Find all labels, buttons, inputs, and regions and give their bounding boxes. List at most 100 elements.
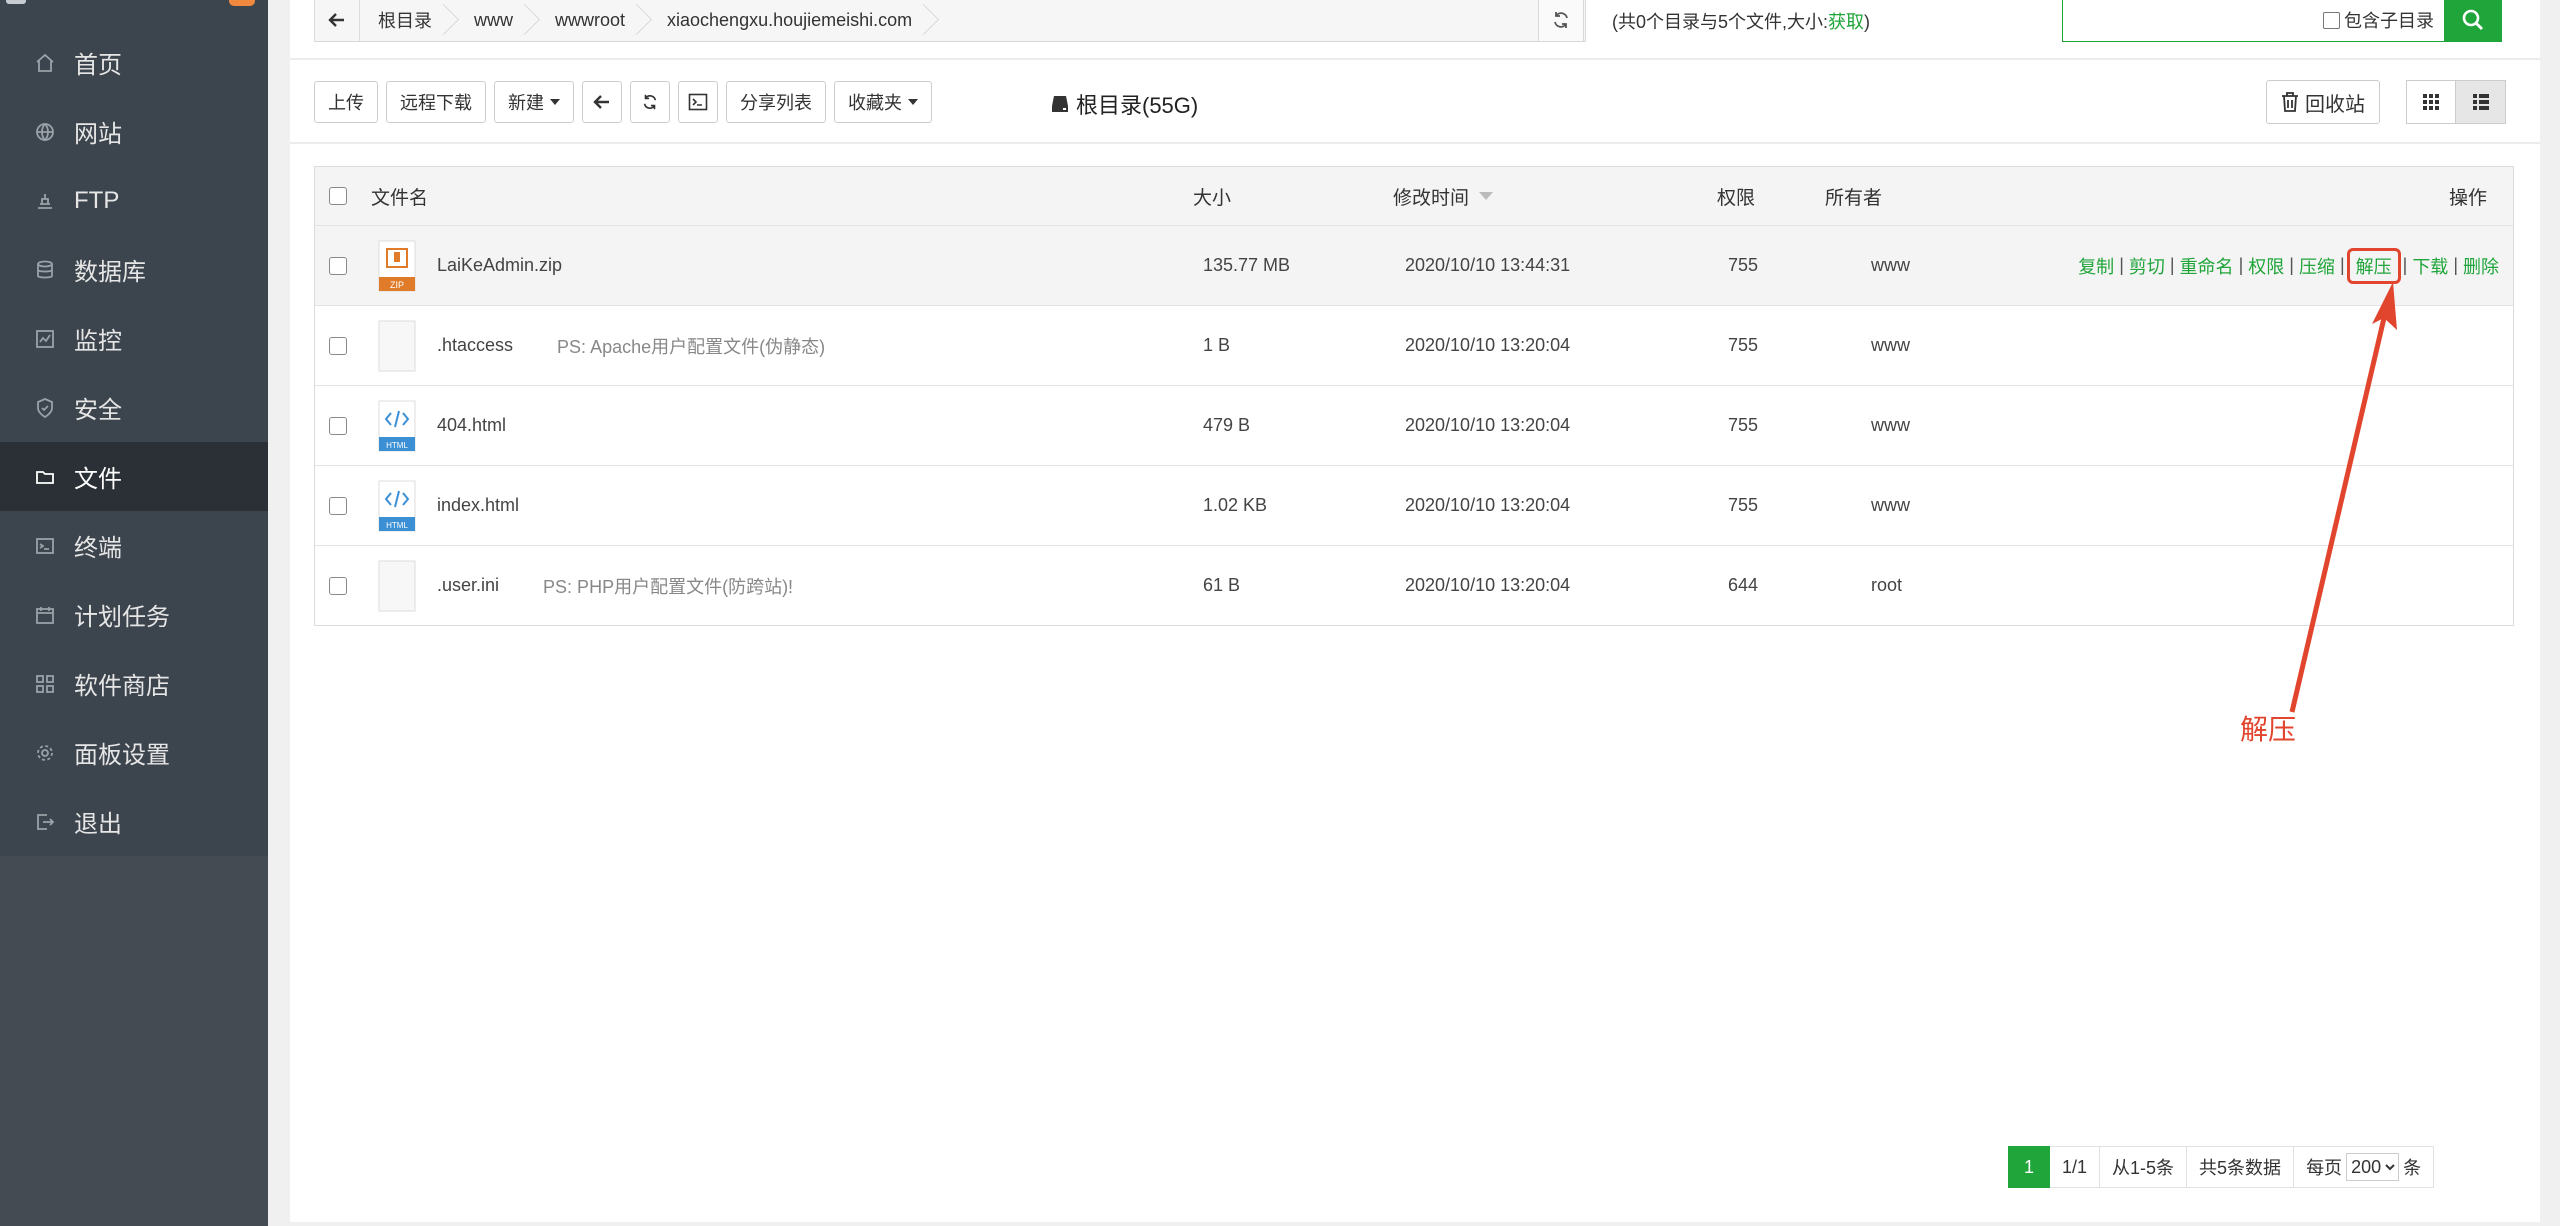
cut-link[interactable]: 剪切 bbox=[2129, 253, 2165, 279]
extract-link[interactable]: 解压 bbox=[2346, 247, 2401, 284]
notification-badge[interactable] bbox=[229, 0, 255, 6]
row-checkbox[interactable] bbox=[329, 416, 347, 435]
breadcrumb-wwwroot[interactable]: wwwroot bbox=[537, 0, 649, 41]
sidebar-item-home[interactable]: 首页 bbox=[0, 28, 268, 97]
row-checkbox[interactable] bbox=[329, 576, 347, 595]
sidebar-item-website[interactable]: 网站 bbox=[0, 97, 268, 166]
main-panel: 根目录 www wwwroot xiaochengxu.houjiemeishi… bbox=[290, 0, 2540, 1222]
sidebar-item-logout[interactable]: 退出 bbox=[0, 787, 268, 856]
file-owner[interactable]: www bbox=[1871, 466, 1910, 545]
file-owner[interactable]: root bbox=[1871, 546, 1902, 625]
include-subdir-label: 包含子目录 bbox=[2344, 11, 2434, 31]
breadcrumb-root[interactable]: 根目录 bbox=[360, 0, 456, 41]
sidebar-item-store[interactable]: 软件商店 bbox=[0, 649, 268, 718]
shield-icon bbox=[34, 397, 56, 419]
breadcrumb-www[interactable]: www bbox=[456, 0, 537, 41]
row-checkbox[interactable] bbox=[329, 496, 347, 515]
file-perm[interactable]: 644 bbox=[1728, 546, 1758, 625]
sidebar-item-security[interactable]: 安全 bbox=[0, 373, 268, 442]
row-checkbox-cell bbox=[329, 466, 347, 545]
file-name[interactable]: 404.html bbox=[437, 386, 506, 465]
copy-link[interactable]: 复制 bbox=[2078, 253, 2114, 279]
file-owner[interactable]: www bbox=[1871, 386, 1910, 465]
search-icon bbox=[2462, 9, 2483, 30]
file-size: 61 B bbox=[1203, 575, 1241, 595]
rename-link[interactable]: 重命名 bbox=[2180, 253, 2234, 279]
list-view-button[interactable] bbox=[2456, 80, 2506, 124]
table-row[interactable]: .htaccess PS: Apache用户配置文件(伪静态) 1 B 2020… bbox=[315, 305, 2513, 385]
table-row[interactable]: HTML index.html 1.02 KB 2020/10/10 13:20… bbox=[315, 465, 2513, 545]
sidebar-item-cron[interactable]: 计划任务 bbox=[0, 580, 268, 649]
header-mtime[interactable]: 修改时间 bbox=[1393, 167, 1494, 225]
table-row[interactable]: ZIP LaiKeAdmin.zip 135.77 MB 2020/10/10 … bbox=[315, 225, 2513, 305]
sidebar-item-database[interactable]: 数据库 bbox=[0, 235, 268, 304]
refresh-button[interactable] bbox=[630, 81, 670, 123]
search-input[interactable] bbox=[2063, 0, 2323, 40]
page-current[interactable]: 1 bbox=[2008, 1146, 2050, 1188]
select-all-checkbox[interactable] bbox=[329, 187, 347, 205]
row-checkbox-cell bbox=[329, 306, 347, 385]
trash-icon bbox=[2282, 92, 2298, 112]
favorites-dropdown-button[interactable]: 收藏夹 bbox=[834, 81, 932, 123]
file-size: 1 B bbox=[1203, 335, 1231, 355]
file-note: PS: PHP用户配置文件(防跨站)! bbox=[543, 576, 794, 597]
new-dropdown-button[interactable]: 新建 bbox=[494, 81, 574, 123]
disk-selector[interactable]: 根目录(55G) bbox=[1050, 88, 1198, 120]
file-name[interactable]: LaiKeAdmin.zip bbox=[437, 226, 562, 305]
checkbox-icon bbox=[2323, 11, 2340, 29]
file-owner[interactable]: www bbox=[1871, 306, 1910, 385]
back-button[interactable] bbox=[315, 0, 360, 41]
gear-icon bbox=[34, 742, 56, 764]
row-checkbox[interactable] bbox=[329, 336, 347, 355]
sidebar-item-settings[interactable]: 面板设置 bbox=[0, 718, 268, 787]
compress-link[interactable]: 压缩 bbox=[2299, 253, 2335, 279]
file-icon-cell: HTML bbox=[377, 466, 417, 545]
per-page-prefix: 每页 bbox=[2306, 1158, 2343, 1178]
grid-view-button[interactable] bbox=[2406, 80, 2456, 124]
permission-link[interactable]: 权限 bbox=[2248, 253, 2284, 279]
file-owner[interactable]: www bbox=[1871, 226, 1910, 305]
header-name[interactable]: 文件名 bbox=[371, 167, 428, 225]
include-subdir-checkbox[interactable]: 包含子目录 bbox=[2323, 7, 2434, 33]
file-size: 1.02 KB bbox=[1203, 495, 1268, 515]
fetch-size-link[interactable]: 获取 bbox=[1828, 12, 1864, 32]
table-row[interactable]: .user.ini PS: PHP用户配置文件(防跨站)! 61 B 2020/… bbox=[315, 545, 2513, 625]
file-name[interactable]: .htaccess bbox=[437, 335, 513, 356]
header-perm[interactable]: 权限 bbox=[1717, 167, 1755, 225]
sidebar-item-files[interactable]: 文件 bbox=[0, 442, 268, 511]
file-perm[interactable]: 755 bbox=[1728, 466, 1758, 545]
download-link[interactable]: 下载 bbox=[2412, 253, 2448, 279]
sidebar-item-monitor[interactable]: 监控 bbox=[0, 304, 268, 373]
row-checkbox-cell bbox=[329, 226, 347, 305]
row-checkbox[interactable] bbox=[329, 256, 347, 275]
per-page-select[interactable]: 200 bbox=[2346, 1153, 2400, 1181]
file-perm[interactable]: 755 bbox=[1728, 386, 1758, 465]
breadcrumb-site[interactable]: xiaochengxu.houjiemeishi.com bbox=[649, 0, 936, 41]
share-list-button[interactable]: 分享列表 bbox=[726, 81, 826, 123]
back-dir-button[interactable] bbox=[582, 81, 622, 123]
file-name[interactable]: .user.ini bbox=[437, 575, 499, 596]
sidebar-item-label: 首页 bbox=[74, 52, 122, 79]
grid-icon bbox=[34, 673, 56, 695]
sidebar-item-label: 数据库 bbox=[74, 259, 146, 286]
page-total: 共5条数据 bbox=[2187, 1146, 2295, 1188]
file-perm[interactable]: 755 bbox=[1728, 226, 1758, 305]
sidebar-footer bbox=[0, 856, 268, 1226]
upload-button[interactable]: 上传 bbox=[314, 81, 378, 123]
separator: | bbox=[2339, 255, 2345, 275]
header-owner[interactable]: 所有者 bbox=[1825, 167, 1882, 225]
search-button[interactable] bbox=[2444, 0, 2502, 42]
file-perm[interactable]: 755 bbox=[1728, 306, 1758, 385]
table-row[interactable]: HTML 404.html 479 B 2020/10/10 13:20:04 … bbox=[315, 385, 2513, 465]
sidebar-item-label: 文件 bbox=[74, 466, 122, 493]
sidebar-item-terminal[interactable]: 终端 bbox=[0, 511, 268, 580]
sidebar-item-ftp[interactable]: FTP bbox=[0, 166, 268, 235]
remote-download-button[interactable]: 远程下载 bbox=[386, 81, 486, 123]
terminal-button[interactable] bbox=[678, 81, 718, 123]
path-refresh-button[interactable] bbox=[1538, 0, 1584, 42]
header-size[interactable]: 大小 bbox=[1193, 167, 1231, 225]
delete-link[interactable]: 删除 bbox=[2463, 253, 2499, 279]
recycle-bin-button[interactable]: 回收站 bbox=[2266, 80, 2380, 124]
file-name[interactable]: index.html bbox=[437, 466, 519, 545]
file-table: 文件名 大小 修改时间 权限 所有者 操作 ZIP LaiKeAdmin.zip… bbox=[314, 166, 2514, 626]
